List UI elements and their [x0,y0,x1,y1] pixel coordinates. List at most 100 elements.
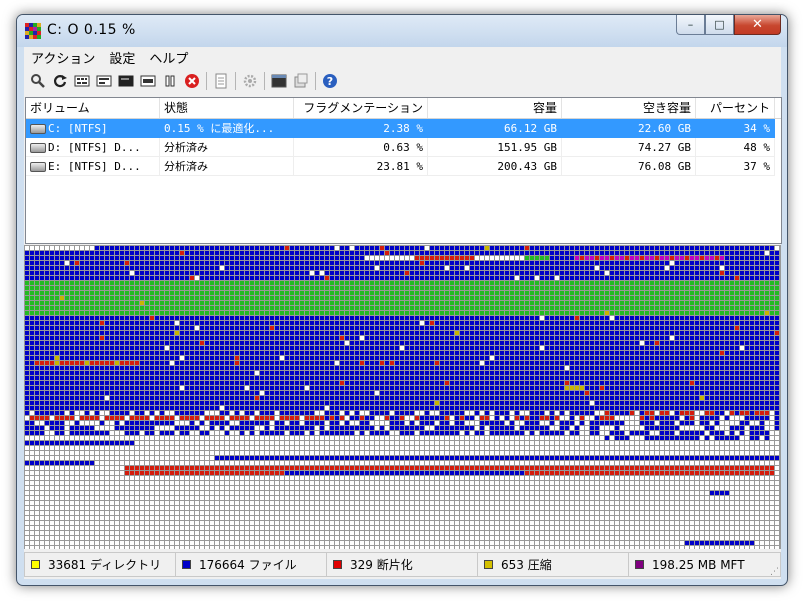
menu-bar: アクション 設定 ヘルプ [24,47,781,67]
volume-status: 分析済み [160,157,294,176]
volume-rows: C: [NTFS] 0.15 % に最適化... 2.38 % 66.12 GB 22.… [26,119,781,176]
legend-label: 329 断片化 [350,558,413,572]
volume-row[interactable]: D: [NTFS] D... 分析済み 0.63 % 151.95 GB 74.27 G… [26,138,781,157]
volume-name-text: D: [NTFS] D... [48,141,141,154]
legend-swatch [182,560,191,569]
defrag-full-icon[interactable] [118,73,134,89]
app-icon [25,23,41,39]
volume-fragmentation-text: 0.63 % [383,141,423,154]
volume-name-text: C: [NTFS] [48,122,108,135]
volume-free-space: 74.27 GB [562,138,696,157]
volume-fragmentation-text: 2.38 % [383,122,423,135]
menu-help[interactable]: ヘルプ [142,48,195,67]
volume-percent: 34 % [696,119,775,138]
list-header: ボリューム 状態 フラグメンテーション 容量 空き容量 パーセント [26,98,781,119]
volume-capacity-text: 66.12 GB [504,122,557,135]
toolbar-separator [235,72,236,90]
stop-icon[interactable] [184,73,200,89]
settings-icon[interactable] [242,73,258,89]
volume-free-space-text: 74.27 GB [638,141,691,154]
legend-swatch [484,560,493,569]
legend-swatch [333,560,342,569]
volume-free-space: 76.08 GB [562,157,696,176]
defrag-icon[interactable] [74,73,90,89]
client-area: アクション 設定 ヘルプ ? ボリューム 状態 フラグメンテーション 容量 空き… [24,47,784,579]
volume-free-space: 22.60 GB [562,119,696,138]
report-icon[interactable] [213,73,229,89]
volume-row[interactable]: E: [NTFS] D... 分析済み 23.81 % 200.43 GB 76.08 … [26,157,781,176]
volume-capacity: 200.43 GB [428,157,562,176]
volume-status: 0.15 % に最適化... [160,119,294,138]
console-icon[interactable] [271,73,287,89]
volume-fragmentation: 0.63 % [294,138,428,157]
legend-label: 176664 ファイル [199,558,297,572]
drive-icon [30,162,46,172]
volume-name: D: [NTFS] D... [26,138,160,157]
legend-item: 653 圧縮 [477,552,628,577]
legend-item: 329 断片化 [326,552,477,577]
column-volume[interactable]: ボリューム [26,98,160,118]
volume-name-text: E: [NTFS] D... [48,160,141,173]
pause-icon[interactable] [162,73,178,89]
close-button[interactable]: ✕ [734,15,781,35]
toolbar: ? [24,68,784,94]
tasks-icon[interactable] [293,73,309,89]
refresh-icon[interactable] [52,73,68,89]
optimize-icon[interactable] [140,73,156,89]
volume-capacity-text: 151.95 GB [497,141,557,154]
volume-fragmentation: 23.81 % [294,157,428,176]
cluster-map [24,245,781,549]
volume-list: ボリューム 状態 フラグメンテーション 容量 空き容量 パーセント C: [NT… [25,97,782,244]
legend-item: 176664 ファイル [175,552,326,577]
column-capacity[interactable]: 容量 [428,98,562,118]
defrag-quick-icon[interactable] [96,73,112,89]
magnifier-icon[interactable] [30,73,46,89]
legend-swatch [635,560,644,569]
legend-item: 33681 ディレクトリ [24,552,175,577]
title-bar[interactable]: C: O 0.15 % – □ ✕ [17,15,787,47]
legend-swatch [31,560,40,569]
volume-percent: 37 % [696,157,775,176]
volume-capacity-text: 200.43 GB [497,160,557,173]
volume-free-space-text: 22.60 GB [638,122,691,135]
svg-text:?: ? [327,75,333,88]
volume-status-text: 0.15 % に最適化... [164,122,275,135]
app-window: C: O 0.15 % – □ ✕ アクション 設定 ヘルプ ? ボリューム 状… [16,14,788,586]
resize-grip-icon[interactable]: ⋰ [770,567,779,577]
volume-fragmentation: 2.38 % [294,119,428,138]
volume-fragmentation-text: 23.81 % [376,160,423,173]
volume-status-text: 分析済み [164,141,208,154]
volume-row[interactable]: C: [NTFS] 0.15 % に最適化... 2.38 % 66.12 GB 22.… [26,119,781,138]
legend-label: 653 圧縮 [501,558,552,572]
volume-name: C: [NTFS] [26,119,160,138]
menu-action[interactable]: アクション [24,48,102,67]
legend-bar: 33681 ディレクトリ 176664 ファイル 329 断片化 653 圧縮 198.… [24,552,781,577]
menu-settings[interactable]: 設定 [102,48,142,67]
volume-capacity: 66.12 GB [428,119,562,138]
volume-status-text: 分析済み [164,160,208,173]
help-icon[interactable]: ? [322,73,338,89]
volume-percent-text: 48 % [743,141,771,154]
toolbar-separator [206,72,207,90]
volume-percent-text: 37 % [743,160,771,173]
volume-percent: 48 % [696,138,775,157]
column-fragmentation[interactable]: フラグメンテーション [294,98,428,118]
app-icon-block [37,35,41,39]
window-title: C: O 0.15 % [47,22,136,38]
maximize-button[interactable]: □ [705,15,734,35]
drive-icon [30,124,46,134]
legend-label: 33681 ディレクトリ [48,558,162,572]
column-free-space[interactable]: 空き容量 [562,98,696,118]
volume-free-space-text: 76.08 GB [638,160,691,173]
volume-capacity: 151.95 GB [428,138,562,157]
minimize-button[interactable]: – [676,15,705,35]
drive-icon [30,143,46,153]
volume-status: 分析済み [160,138,294,157]
column-status[interactable]: 状態 [160,98,294,118]
column-percent[interactable]: パーセント [696,98,775,118]
volume-name: E: [NTFS] D... [26,157,160,176]
volume-percent-text: 34 % [743,122,771,135]
legend-label: 198.25 MB MFT [652,557,745,572]
toolbar-separator [264,72,265,90]
legend-item: 198.25 MB MFT [628,552,781,577]
